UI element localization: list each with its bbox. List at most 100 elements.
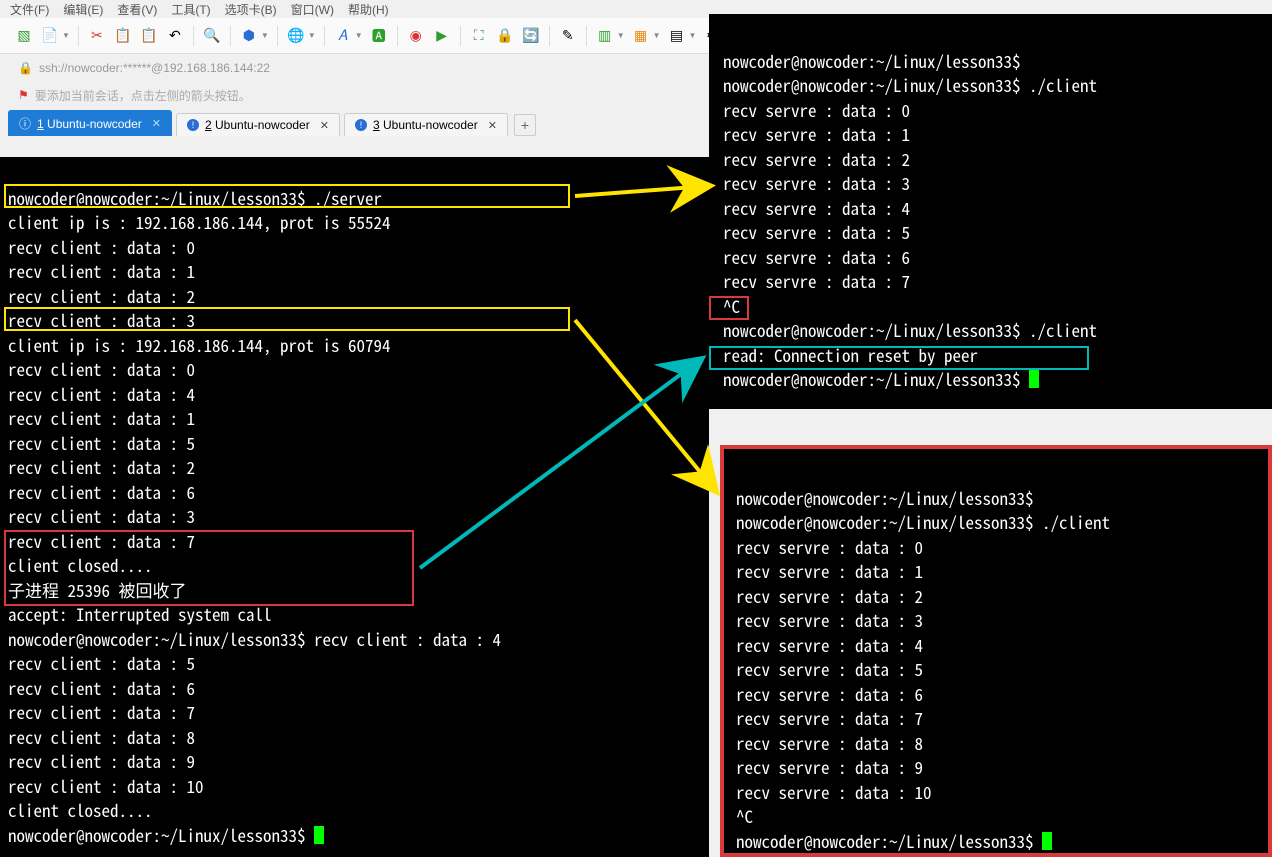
separator: [549, 26, 550, 46]
tab-label: 3 Ubuntu-nowcoder: [373, 118, 478, 132]
new-tab-icon[interactable]: 📄: [40, 26, 60, 46]
line: recv servre : data : 1: [723, 121, 910, 146]
refresh-icon[interactable]: 🔄: [521, 26, 541, 46]
tab-2[interactable]: ! 2 Ubuntu-nowcoder ✕: [176, 113, 340, 136]
prompt: nowcoder@nowcoder:~/Linux/lesson33$: [736, 485, 1042, 510]
line: read: Connection reset by peer: [723, 342, 978, 367]
tab-1[interactable]: ⓘ 1 Ubuntu-nowcoder ✕: [8, 110, 172, 136]
menu-edit[interactable]: 编辑(E): [63, 1, 103, 18]
layout3-icon[interactable]: ▤: [667, 26, 687, 46]
line: recv servre : data : 6: [736, 681, 923, 706]
layout1-icon[interactable]: ▥: [595, 26, 615, 46]
prompt: nowcoder@nowcoder:~/Linux/lesson33$: [736, 828, 1042, 853]
copy-icon[interactable]: 📋: [113, 26, 133, 46]
separator: [586, 26, 587, 46]
info-icon: ⓘ: [19, 115, 31, 132]
line: client ip is : 192.168.186.144, prot is …: [8, 332, 391, 357]
line: recv servre : data : 2: [723, 146, 910, 171]
line: client closed....: [8, 797, 153, 822]
line: recv client : data : 3: [8, 307, 195, 332]
line: recv client : data : 2: [8, 454, 195, 479]
hint-text: 要添加当前会话，点击左侧的箭头按钮。: [35, 87, 251, 104]
line: recv client : data : 3: [8, 503, 195, 528]
line: recv client : data : 2: [8, 283, 195, 308]
separator: [277, 26, 278, 46]
cut-icon[interactable]: ✂: [87, 26, 107, 46]
info-icon: !: [355, 119, 367, 131]
cursor: [1029, 370, 1039, 388]
line: 子进程 25396 被回收了: [8, 577, 187, 602]
close-icon[interactable]: ✕: [320, 119, 329, 132]
wand-icon[interactable]: ✎: [558, 26, 578, 46]
line: recv servre : data : 10: [736, 779, 932, 804]
menu-window[interactable]: 窗口(W): [291, 1, 334, 18]
font-icon[interactable]: 𝐴: [333, 26, 353, 46]
menu-view[interactable]: 查看(V): [117, 1, 157, 18]
line: recv servre : data : 5: [736, 656, 923, 681]
line: recv client : data : 8: [8, 724, 195, 749]
separator: [230, 26, 231, 46]
client-terminal-1[interactable]: nowcoder@nowcoder:~/Linux/lesson33$ nowc…: [709, 14, 1272, 409]
cursor: [1042, 832, 1052, 850]
line: recv servre : data : 0: [736, 534, 923, 559]
lock-icon[interactable]: 🔒: [495, 26, 515, 46]
paste-icon[interactable]: 📋: [139, 26, 159, 46]
line: accept: Interrupted system call: [8, 601, 272, 626]
prompt: nowcoder@nowcoder:~/Linux/lesson33$: [723, 72, 1029, 97]
server-terminal[interactable]: nowcoder@nowcoder:~/Linux/lesson33$ ./se…: [0, 157, 709, 857]
separator: [460, 26, 461, 46]
close-icon[interactable]: ✕: [152, 117, 161, 130]
prompt: nowcoder@nowcoder:~/Linux/lesson33$: [8, 185, 314, 210]
undo-icon[interactable]: ↶: [165, 26, 185, 46]
line: recv client : data : 6: [8, 479, 195, 504]
close-icon[interactable]: ✕: [488, 119, 497, 132]
line: recv client : data : 7: [8, 699, 195, 724]
line: recv client : data : 5: [8, 650, 195, 675]
tab-label: 2 Ubuntu-nowcoder: [205, 118, 310, 132]
address-text[interactable]: ssh://nowcoder:******@192.168.186.144:22: [39, 61, 270, 75]
line: recv client : data : 1: [8, 405, 195, 430]
line: ^C: [736, 803, 753, 828]
color-icon[interactable]: 🅰: [369, 26, 389, 46]
tab-label: 1 Ubuntu-nowcoder: [37, 117, 142, 131]
line: recv servre : data : 1: [736, 558, 923, 583]
line: recv servre : data : 7: [736, 705, 923, 730]
line: recv client : data : 7: [8, 528, 195, 553]
fullscreen-icon[interactable]: ⛶: [469, 26, 489, 46]
prompt: nowcoder@nowcoder:~/Linux/lesson33$: [723, 366, 1029, 391]
search-icon[interactable]: 🔍: [202, 26, 222, 46]
prompt: nowcoder@nowcoder:~/Linux/lesson33$: [723, 317, 1029, 342]
line: recv servre : data : 8: [736, 730, 923, 755]
line: recv servre : data : 6: [723, 244, 910, 269]
line: recv servre : data : 5: [723, 219, 910, 244]
line: recv servre : data : 2: [736, 583, 923, 608]
globe-icon[interactable]: 🌐: [286, 26, 306, 46]
line: client closed....: [8, 552, 153, 577]
layout2-icon[interactable]: ▦: [631, 26, 651, 46]
line: recv client : data : 6: [8, 675, 195, 700]
line: recv client : data : 10: [8, 773, 204, 798]
line: recv servre : data : 0: [723, 97, 910, 122]
separator: [397, 26, 398, 46]
play-icon[interactable]: ▶: [432, 26, 452, 46]
add-tab-button[interactable]: +: [514, 114, 536, 136]
line: recv servre : data : 3: [736, 607, 923, 632]
bookmark-icon[interactable]: ⬢: [239, 26, 259, 46]
flag-icon: ⚑: [18, 88, 29, 102]
record-icon[interactable]: ◉: [406, 26, 426, 46]
line: recv client : data : 0: [8, 234, 195, 259]
menu-file[interactable]: 文件(F): [10, 1, 49, 18]
line: recv client : data : 5: [8, 430, 195, 455]
line: nowcoder@nowcoder:~/Linux/lesson33$ recv…: [8, 626, 501, 651]
tab-3[interactable]: ! 3 Ubuntu-nowcoder ✕: [344, 113, 508, 136]
client-terminal-2[interactable]: nowcoder@nowcoder:~/Linux/lesson33$ nowc…: [720, 445, 1272, 857]
separator: [193, 26, 194, 46]
menu-tabs[interactable]: 选项卡(B): [225, 1, 277, 18]
menu-tools[interactable]: 工具(T): [171, 1, 210, 18]
menu-help[interactable]: 帮助(H): [348, 1, 389, 18]
prompt: nowcoder@nowcoder:~/Linux/lesson33$: [736, 509, 1042, 534]
new-session-icon[interactable]: ▧: [14, 26, 34, 46]
line: recv servre : data : 4: [736, 632, 923, 657]
separator: [324, 26, 325, 46]
separator: [78, 26, 79, 46]
